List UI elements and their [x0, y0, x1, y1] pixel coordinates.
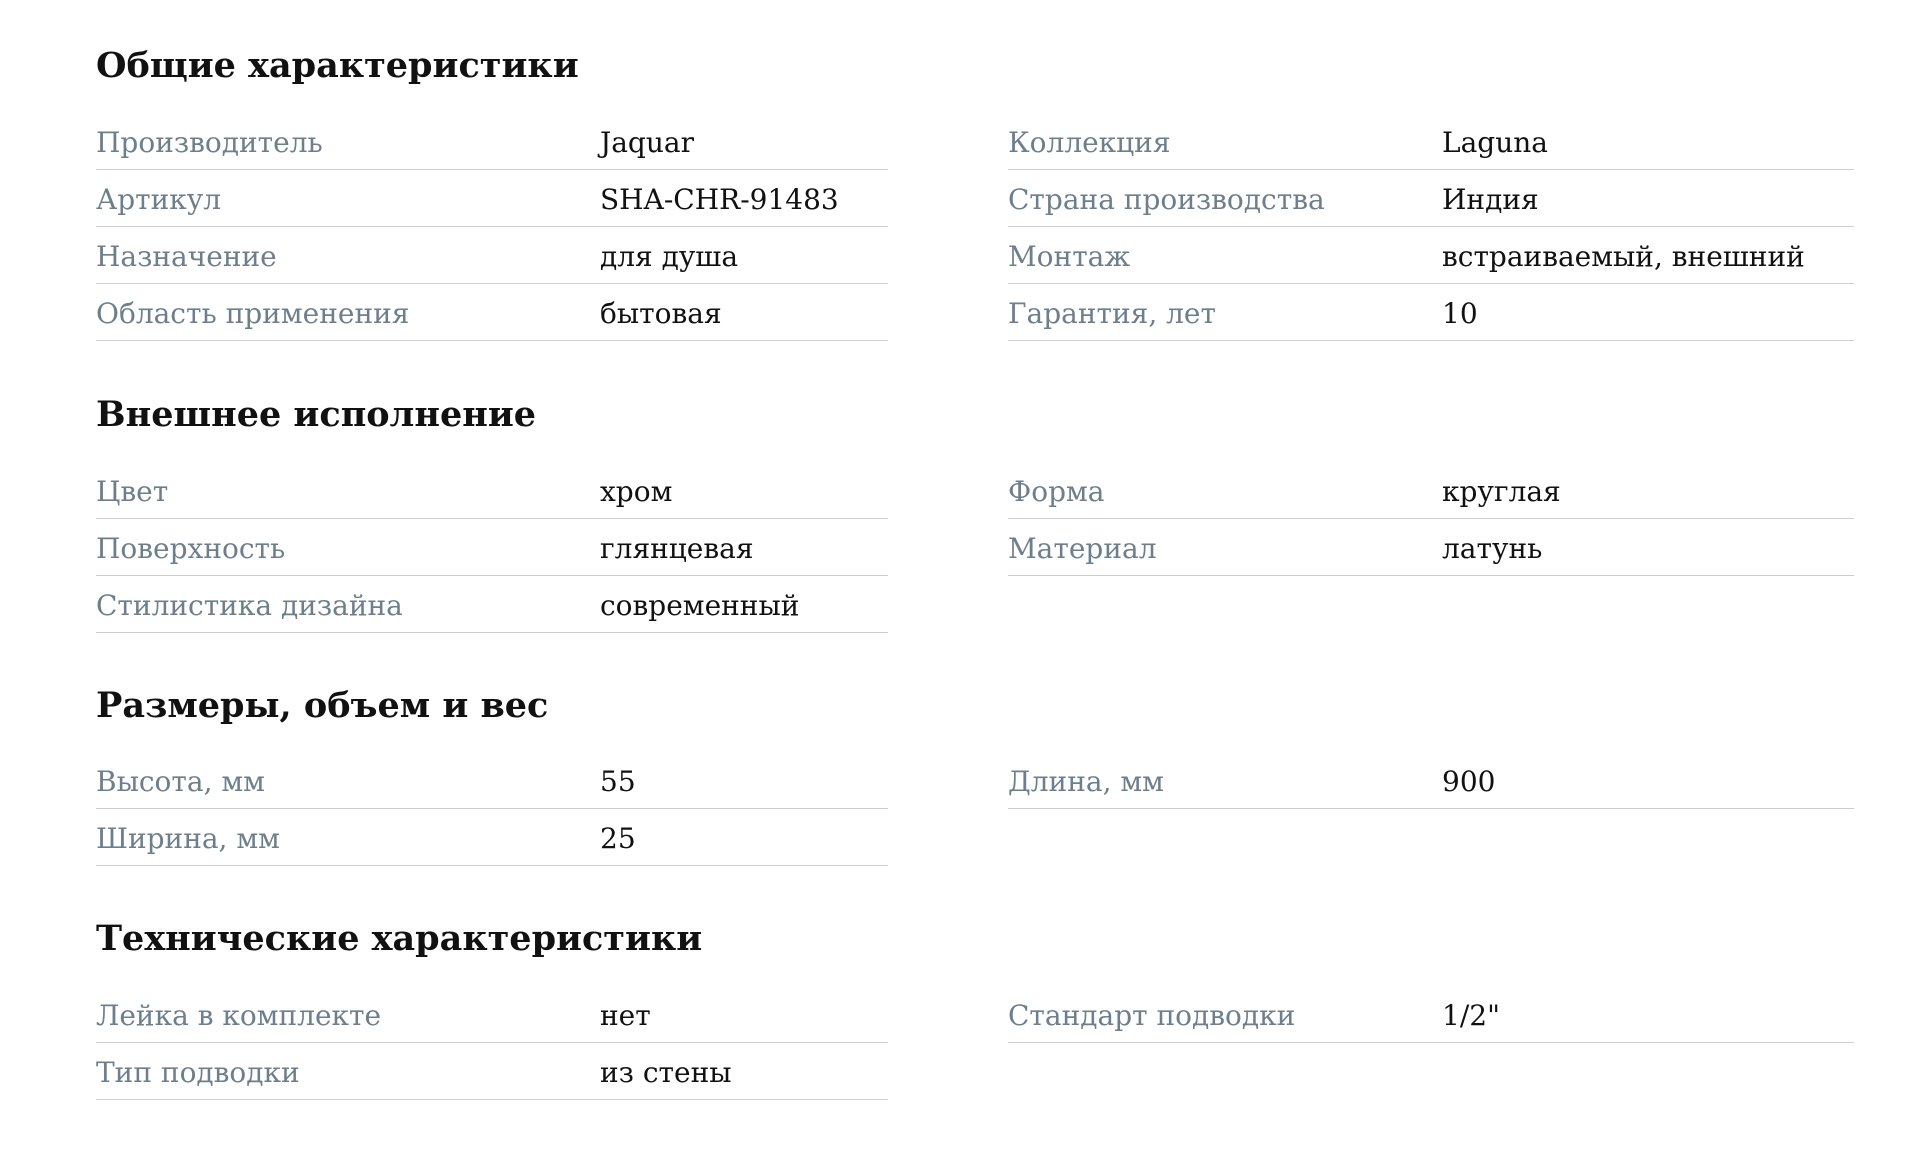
spec-label: Поверхность	[96, 532, 286, 565]
spec-value: глянцевая	[600, 532, 754, 565]
spec-value: для душа	[600, 240, 739, 273]
spec-list-dimensions-right: Длина, мм 900	[1008, 752, 1854, 809]
spec-label: Материал	[1008, 532, 1157, 565]
spec-value: 900	[1442, 765, 1496, 798]
spec-value: бытовая	[600, 297, 722, 330]
spec-row: Область применения бытовая	[96, 284, 888, 341]
spec-row: Лейка в комплекте нет	[96, 986, 888, 1043]
spec-label: Назначение	[96, 240, 277, 273]
spec-label: Производитель	[96, 126, 323, 159]
spec-value: 10	[1442, 297, 1478, 330]
spec-label: Стандарт подводки	[1008, 999, 1296, 1032]
spec-list-appearance-left: Цвет хром Поверхность глянцевая Стилисти…	[96, 462, 888, 633]
spec-label: Лейка в комплекте	[96, 999, 382, 1032]
section-title-dimensions: Размеры, объем и вес	[96, 685, 549, 726]
spec-label: Коллекция	[1008, 126, 1171, 159]
spec-value: круглая	[1442, 475, 1561, 508]
spec-value: Jaquar	[600, 126, 694, 159]
section-title-general: Общие характеристики	[96, 45, 579, 86]
spec-value: 25	[600, 822, 636, 855]
spec-row: Коллекция Laguna	[1008, 113, 1854, 170]
spec-value: современный	[600, 589, 800, 622]
spec-value: SHA-CHR-91483	[600, 183, 839, 216]
spec-row: Форма круглая	[1008, 462, 1854, 519]
section-title-appearance: Внешнее исполнение	[96, 394, 537, 435]
spec-value: хром	[600, 475, 673, 508]
spec-value: 1/2"	[1442, 999, 1500, 1032]
spec-row: Производитель Jaquar	[96, 113, 888, 170]
spec-row: Материал латунь	[1008, 519, 1854, 576]
spec-label: Тип подводки	[96, 1056, 300, 1089]
spec-row: Монтаж встраиваемый, внешний	[1008, 227, 1854, 284]
spec-row: Высота, мм 55	[96, 752, 888, 809]
spec-value: из стены	[600, 1056, 732, 1089]
spec-label: Цвет	[96, 475, 169, 508]
spec-label: Высота, мм	[96, 765, 265, 798]
spec-row: Стандарт подводки 1/2"	[1008, 986, 1854, 1043]
spec-value: Laguna	[1442, 126, 1548, 159]
spec-row: Назначение для душа	[96, 227, 888, 284]
spec-value: встраиваемый, внешний	[1442, 240, 1805, 273]
spec-label: Форма	[1008, 475, 1105, 508]
spec-value: Индия	[1442, 183, 1539, 216]
spec-row: Гарантия, лет 10	[1008, 284, 1854, 341]
spec-label: Монтаж	[1008, 240, 1131, 273]
spec-label: Страна производства	[1008, 183, 1325, 216]
spec-list-appearance-right: Форма круглая Материал латунь	[1008, 462, 1854, 576]
spec-row: Длина, мм 900	[1008, 752, 1854, 809]
spec-row: Стилистика дизайна современный	[96, 576, 888, 633]
spec-value: 55	[600, 765, 636, 798]
spec-list-technical-right: Стандарт подводки 1/2"	[1008, 986, 1854, 1043]
section-title-technical: Технические характеристики	[96, 918, 703, 959]
spec-label: Область применения	[96, 297, 410, 330]
spec-row: Артикул SHA-CHR-91483	[96, 170, 888, 227]
spec-row: Ширина, мм 25	[96, 809, 888, 866]
spec-row: Поверхность глянцевая	[96, 519, 888, 576]
spec-list-general-right: Коллекция Laguna Страна производства Инд…	[1008, 113, 1854, 341]
spec-list-technical-left: Лейка в комплекте нет Тип подводки из ст…	[96, 986, 888, 1100]
spec-label: Стилистика дизайна	[96, 589, 403, 622]
spec-row: Тип подводки из стены	[96, 1043, 888, 1100]
spec-list-general-left: Производитель Jaquar Артикул SHA-CHR-914…	[96, 113, 888, 341]
spec-row: Цвет хром	[96, 462, 888, 519]
spec-list-dimensions-left: Высота, мм 55 Ширина, мм 25	[96, 752, 888, 866]
spec-value: латунь	[1442, 532, 1543, 565]
spec-label: Артикул	[96, 183, 222, 216]
spec-value: нет	[600, 999, 651, 1032]
spec-label: Длина, мм	[1008, 765, 1164, 798]
spec-label: Гарантия, лет	[1008, 297, 1216, 330]
spec-label: Ширина, мм	[96, 822, 280, 855]
spec-row: Страна производства Индия	[1008, 170, 1854, 227]
